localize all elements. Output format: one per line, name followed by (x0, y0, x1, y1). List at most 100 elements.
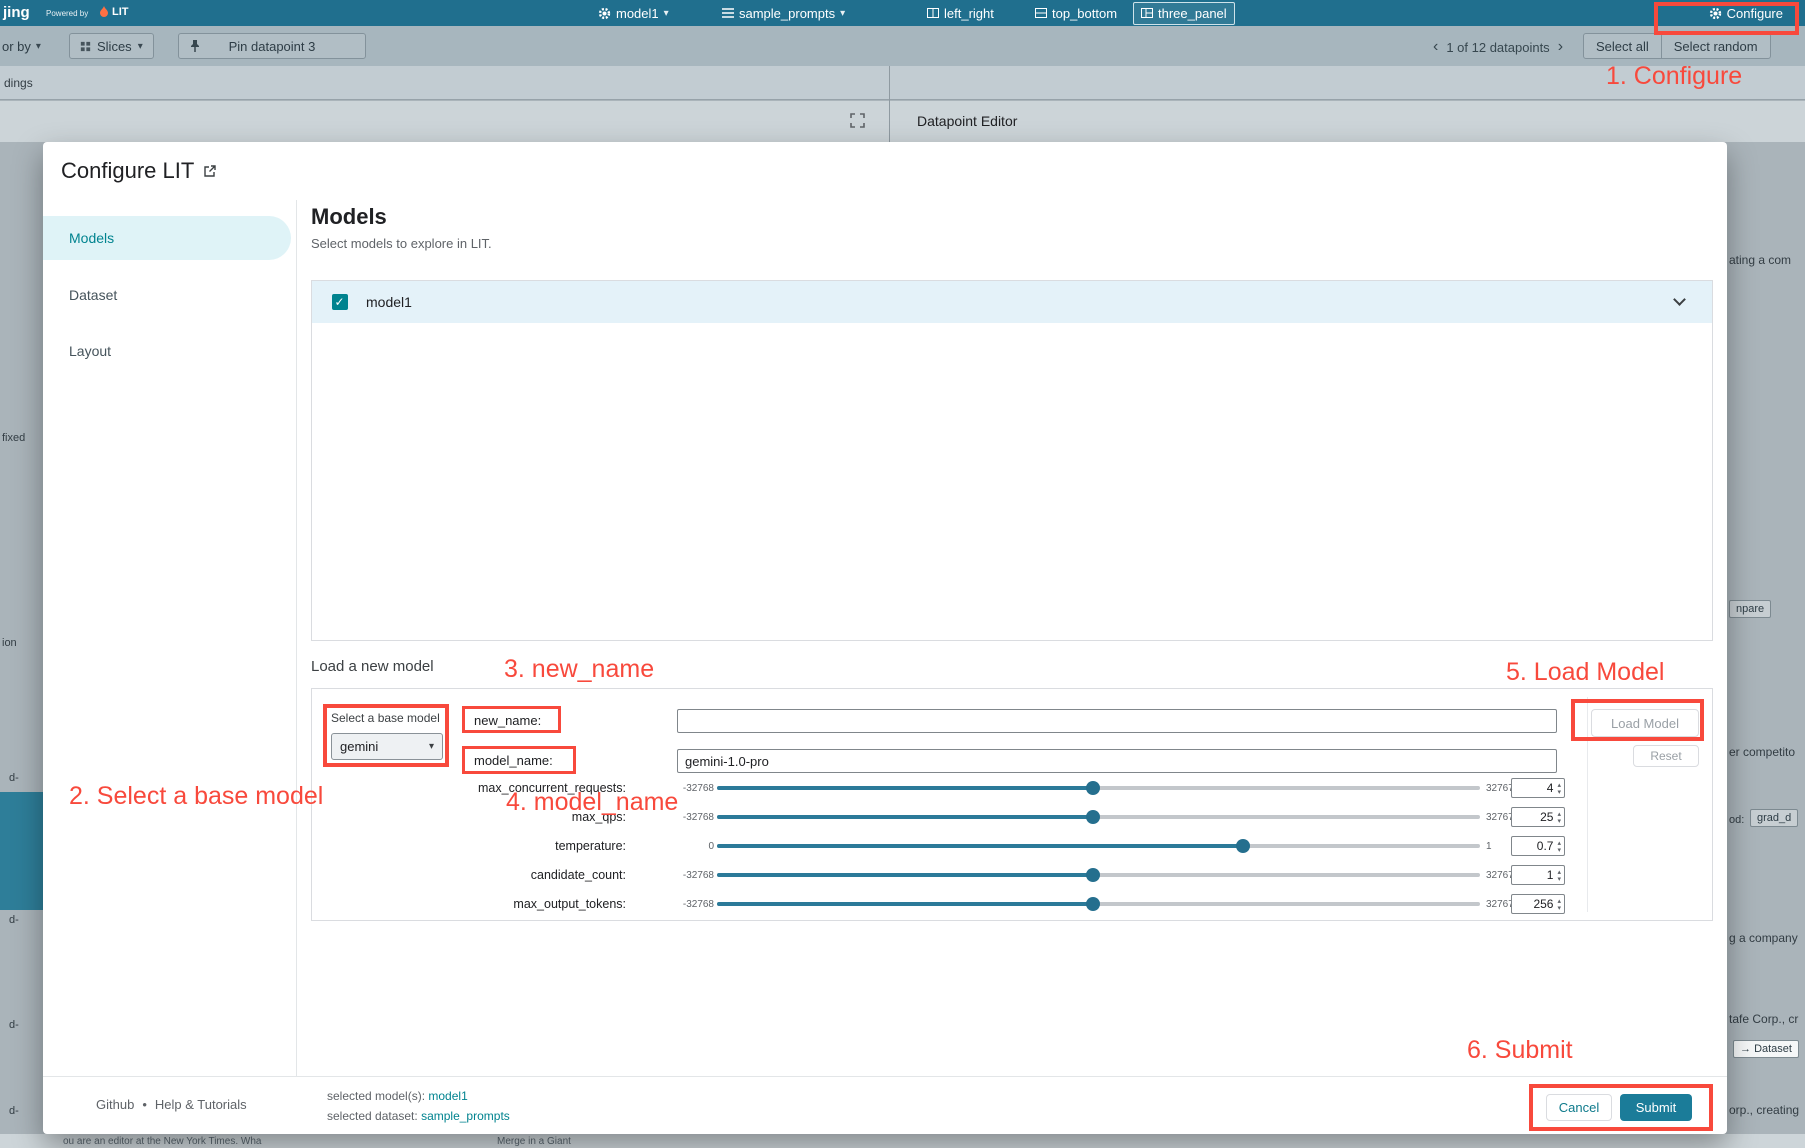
slider-label: max_output_tokens: (312, 897, 626, 911)
expand-icon[interactable] (850, 113, 865, 128)
spinner-down-icon[interactable] (1557, 904, 1561, 911)
bg-fragment: tafe Corp., cr (1729, 1012, 1798, 1026)
sidebar-item-layout[interactable]: Layout (43, 329, 291, 373)
slider-knob[interactable] (1236, 839, 1250, 853)
load-model-button[interactable]: Load Model (1591, 709, 1699, 737)
slider-knob[interactable] (1086, 781, 1100, 795)
model-name-input[interactable] (677, 749, 1557, 773)
prev-datapoint-button[interactable]: ‹ (1433, 38, 1438, 56)
slider-label: max_qps: (312, 810, 626, 824)
grid-icon (80, 41, 91, 52)
sidebar-item-models[interactable]: Models (43, 216, 291, 260)
pin-datapoint-label: Pin datapoint 3 (229, 39, 316, 54)
slider-knob[interactable] (1086, 868, 1100, 882)
top-app-bar: jing Powered by LIT model1 ▾ sample_prom… (0, 0, 1805, 26)
spinner-up-icon[interactable] (1557, 839, 1561, 846)
spinner-up-icon[interactable] (1557, 897, 1561, 904)
chevron-down-icon: ▾ (138, 41, 143, 52)
slider-max: 32767 (1486, 812, 1514, 823)
slider-track[interactable] (717, 902, 1480, 906)
dialog-footer: Github • Help & Tutorials selected model… (43, 1076, 1727, 1134)
spinner-down-icon[interactable] (1557, 846, 1561, 853)
chevron-down-icon: ▾ (429, 741, 434, 752)
model-list-row[interactable]: model1 (312, 281, 1712, 323)
top-bottom-layout-icon (1035, 8, 1047, 18)
bg-fragment: d- (9, 914, 19, 926)
sidebar-item-dataset[interactable]: Dataset (43, 273, 291, 317)
left-panel-header: dings (0, 66, 889, 100)
chevron-down-icon[interactable] (1673, 293, 1686, 306)
right-panel-title: Datapoint Editor (917, 113, 1017, 129)
dataset-selector[interactable]: sample_prompts ▾ (722, 0, 845, 26)
pin-datapoint-button[interactable]: Pin datapoint 3 (178, 33, 366, 59)
select-all-button[interactable]: Select all (1584, 39, 1661, 54)
dataset-icon (722, 8, 734, 18)
open-in-new-icon[interactable] (202, 164, 217, 179)
arrow-right-icon: → (1740, 1043, 1751, 1055)
slider-min: -32768 (630, 870, 714, 881)
number-spinner[interactable]: 0.7 (1511, 836, 1565, 856)
selected-datapoint-rows[interactable] (0, 792, 43, 910)
bg-fragment: d- (9, 772, 19, 784)
pagination-label: 1 of 12 datapoints (1446, 40, 1549, 55)
slider-track[interactable] (717, 873, 1480, 877)
panel-divider (1587, 697, 1588, 912)
right-panel-header: Datapoint Editor Datapoint Generators (890, 66, 1805, 100)
slider-track[interactable] (717, 786, 1480, 790)
cancel-button[interactable]: Cancel (1546, 1094, 1612, 1121)
select-random-button[interactable]: Select random (1662, 39, 1770, 54)
model-selector[interactable]: model1 ▾ (598, 0, 669, 26)
new-name-input[interactable] (677, 709, 1557, 733)
spinner-down-icon[interactable] (1557, 788, 1561, 795)
slider-knob[interactable] (1086, 810, 1100, 824)
bg-fragment: g a company (1729, 931, 1798, 945)
slider-row: max_output_tokens: -32768 32767 256 (312, 891, 1582, 917)
bg-fragment: er competito (1729, 745, 1795, 759)
spinner-value: 4 (1547, 781, 1554, 795)
spinner-value: 0.7 (1537, 839, 1554, 853)
submit-button[interactable]: Submit (1620, 1094, 1692, 1121)
color-by-dropdown[interactable]: or by ▾ (2, 39, 41, 54)
app-root: jing Powered by LIT model1 ▾ sample_prom… (0, 0, 1805, 1148)
models-section-title: Models (311, 204, 387, 230)
configure-button[interactable]: Configure (1709, 0, 1783, 26)
bg-fragment: ating a com (1729, 253, 1791, 267)
github-link[interactable]: Github (96, 1097, 134, 1112)
number-spinner[interactable]: 256 (1511, 894, 1565, 914)
selected-dataset-value[interactable]: sample_prompts (421, 1109, 510, 1123)
spinner-down-icon[interactable] (1557, 817, 1561, 824)
slider-knob[interactable] (1086, 897, 1100, 911)
number-spinner[interactable]: 1 (1511, 865, 1565, 885)
number-spinner[interactable]: 25 (1511, 807, 1565, 827)
dataset-chip-button[interactable]: → Dataset (1733, 1040, 1799, 1058)
bg-compare-button-fragment[interactable]: npare (1729, 600, 1771, 618)
layout-tab-left-right[interactable]: left_right (920, 0, 1001, 26)
bg-method-chip[interactable]: grad_d (1750, 809, 1798, 827)
number-spinner[interactable]: 4 (1511, 778, 1565, 798)
base-model-select[interactable]: gemini ▾ (331, 733, 443, 760)
slider-fill (717, 815, 1093, 819)
slider-track[interactable] (717, 844, 1480, 848)
spinner-up-icon[interactable] (1557, 868, 1561, 875)
next-datapoint-button[interactable]: › (1558, 38, 1563, 56)
bg-fragment: fixed (2, 432, 25, 444)
slices-button[interactable]: Slices ▾ (69, 33, 154, 59)
spinner-up-icon[interactable] (1557, 810, 1561, 817)
model-checkbox[interactable] (332, 294, 348, 310)
selected-dataset-label: selected dataset: (327, 1109, 418, 1123)
dialog-content: Models Select models to explore in LIT. … (297, 200, 1727, 1076)
chevron-down-icon: ▾ (664, 8, 669, 19)
help-tutorials-link[interactable]: Help & Tutorials (155, 1097, 247, 1112)
spinner-down-icon[interactable] (1557, 875, 1561, 882)
selected-models-value[interactable]: model1 (428, 1089, 467, 1103)
slider-track[interactable] (717, 815, 1480, 819)
slider-max: 32767 (1486, 783, 1514, 794)
reset-button[interactable]: Reset (1633, 745, 1699, 767)
layout-tab-three-panel[interactable]: three_panel (1133, 0, 1235, 26)
layout-tab-top-bottom[interactable]: top_bottom (1028, 0, 1124, 26)
spinner-up-icon[interactable] (1557, 781, 1561, 788)
slider-fill (717, 902, 1093, 906)
dialog-sidebar: Models Dataset Layout (43, 200, 297, 1076)
slider-fill (717, 844, 1243, 848)
chevron-down-icon: ▾ (36, 41, 41, 52)
